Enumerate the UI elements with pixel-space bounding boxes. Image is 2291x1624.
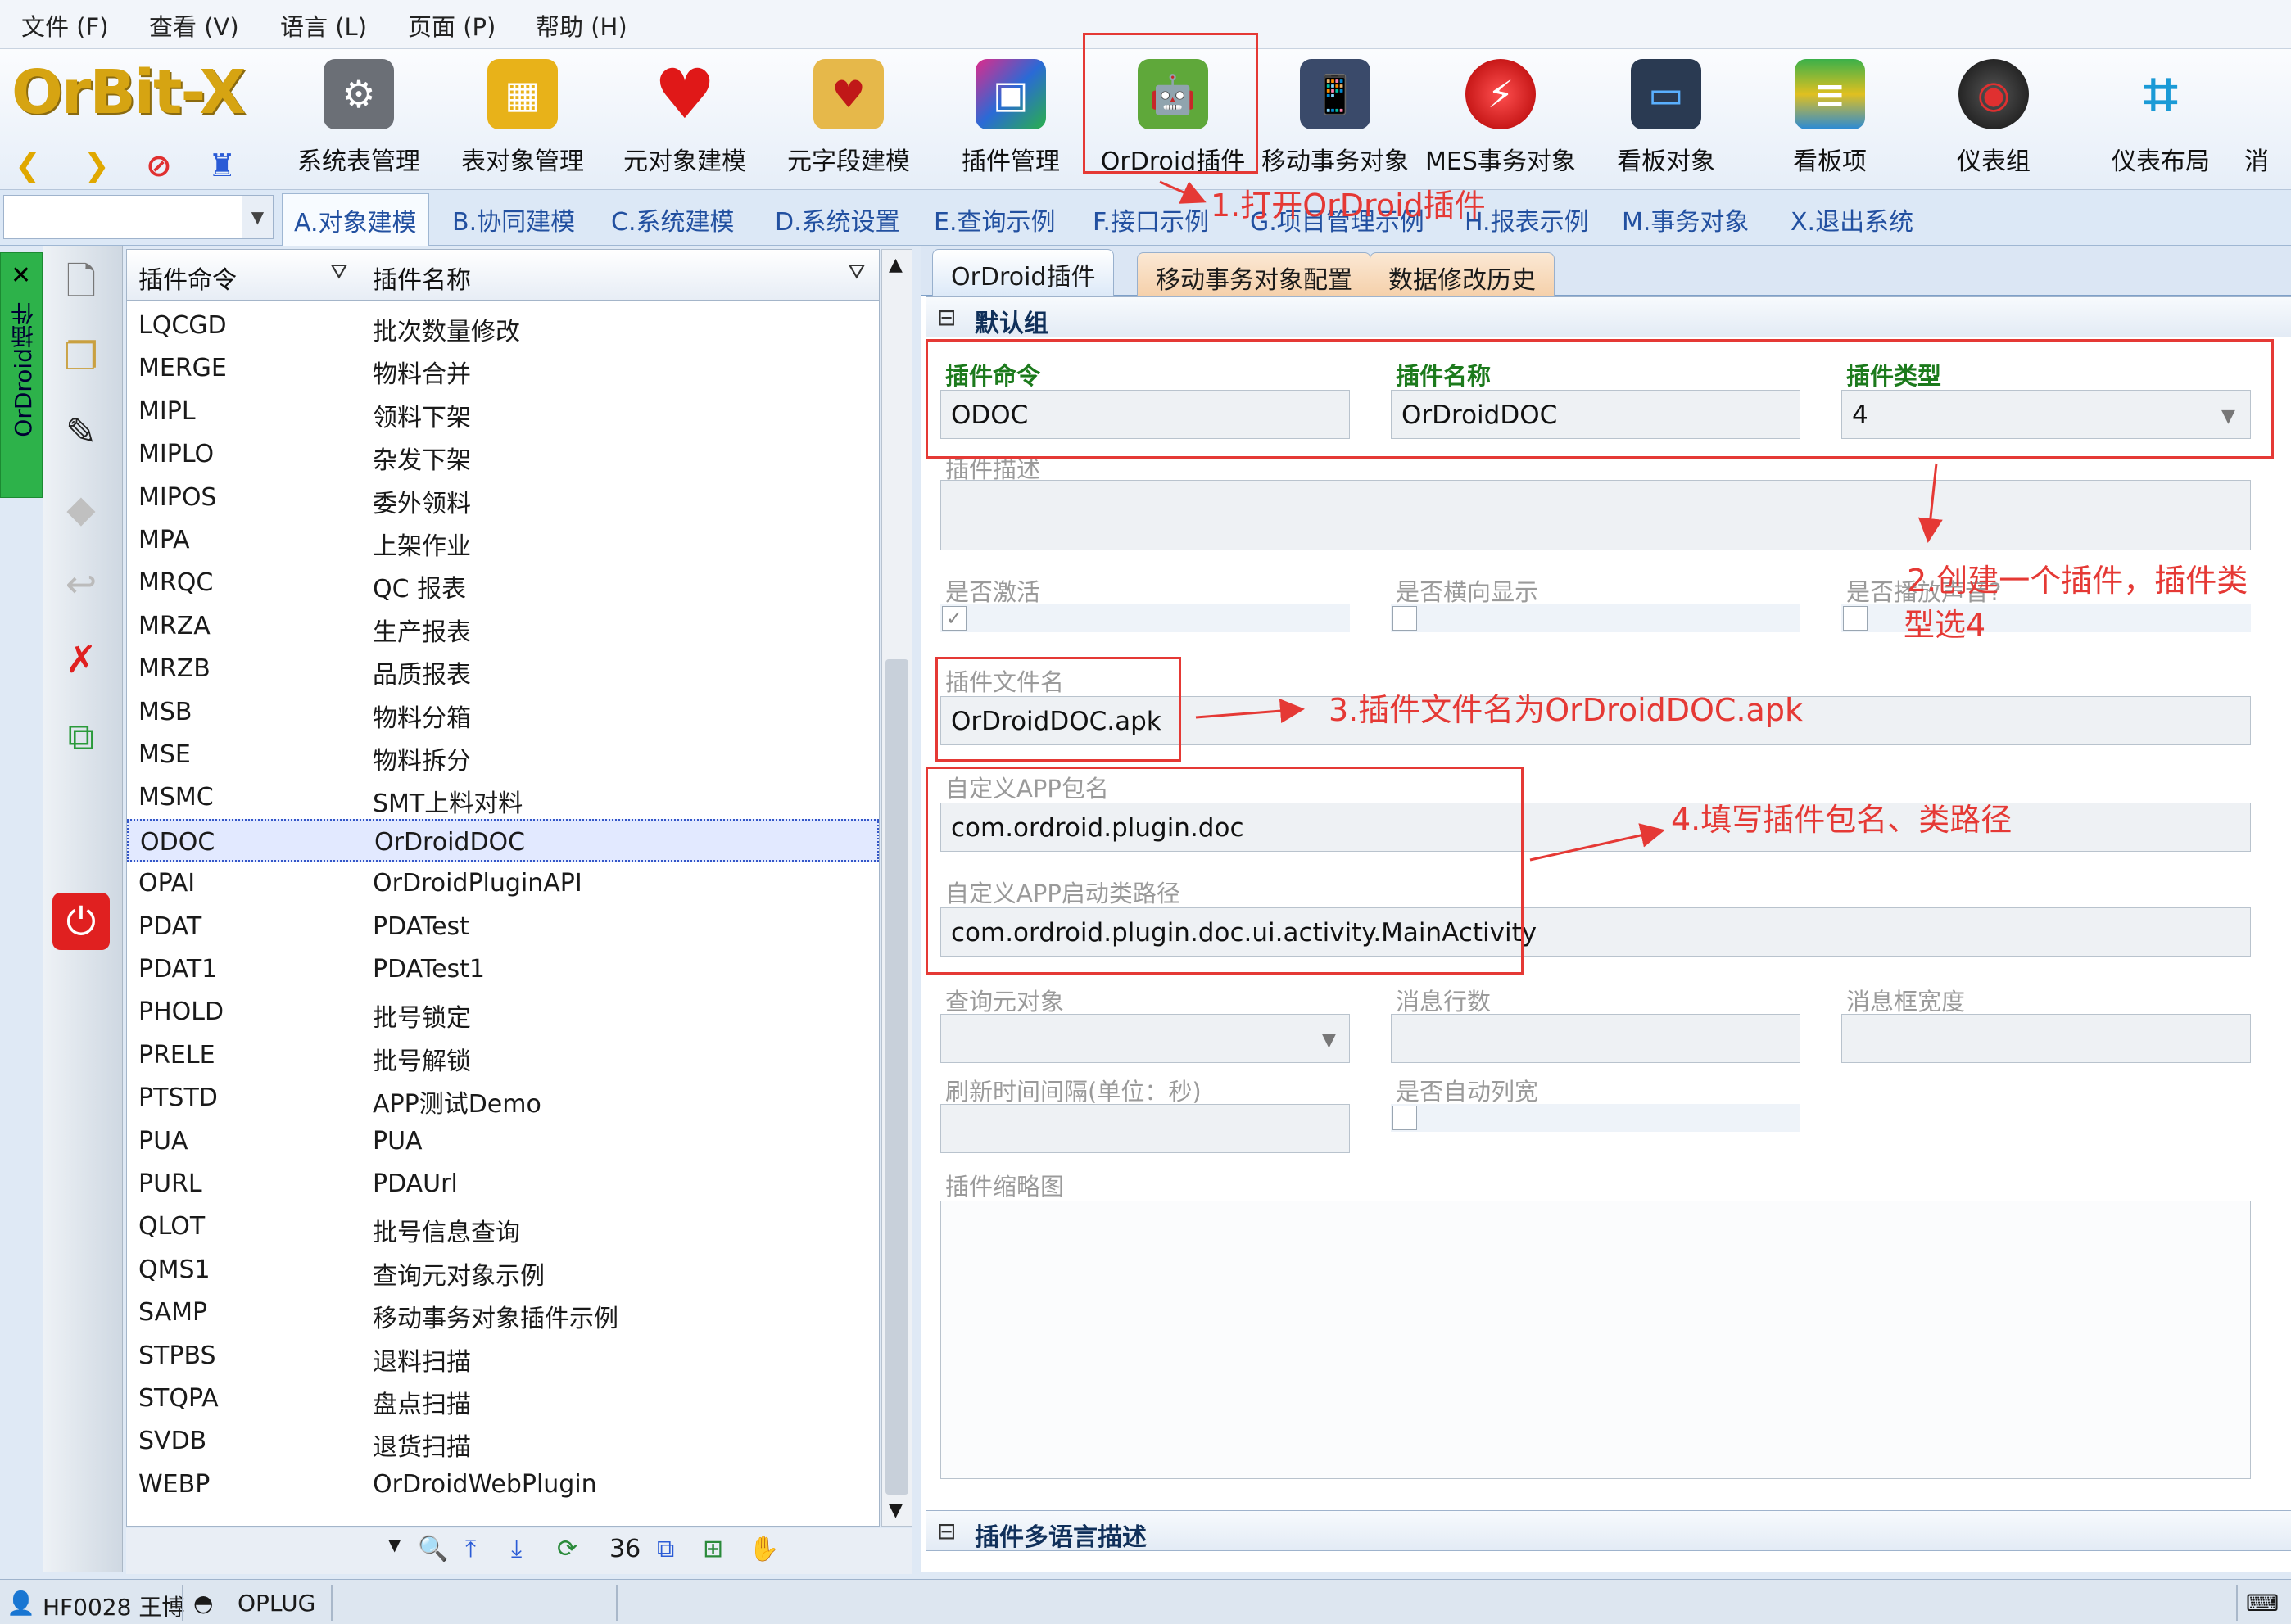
user-icon: 👤: [7, 1590, 35, 1617]
status-user: HF0028 王博: [43, 1594, 185, 1621]
status-separator: [616, 1585, 618, 1621]
arrow-annotation-1: [1159, 180, 1207, 204]
annotation-step-2-line2: 型选4: [1904, 607, 1986, 643]
keyboard-icon: ⌨: [2246, 1590, 2280, 1617]
status-separator: [2236, 1585, 2238, 1621]
arrow-annotation-2: [1917, 463, 1943, 543]
annotation-step-3: 3.插件文件名为OrDroidDOC.apk: [1329, 692, 1803, 728]
status-module: OPLUG: [238, 1590, 316, 1617]
annotation-step-1: 1.打开OrDroid插件: [1211, 188, 1486, 224]
status-bar: 👤 HF0028 王博 ◓ OPLUG ⌨: [0, 1579, 2291, 1624]
status-separator: [182, 1585, 183, 1621]
annotation-step-4: 4.填写插件包名、类路径: [1671, 802, 2013, 838]
arrow-annotation-3: [1195, 699, 1305, 724]
arrow-annotation-4: [1529, 823, 1665, 862]
module-icon: ◓: [193, 1590, 214, 1617]
annotation-step-2-line1: 2.创建一个插件，插件类: [1907, 563, 2248, 599]
status-separator: [331, 1585, 333, 1621]
